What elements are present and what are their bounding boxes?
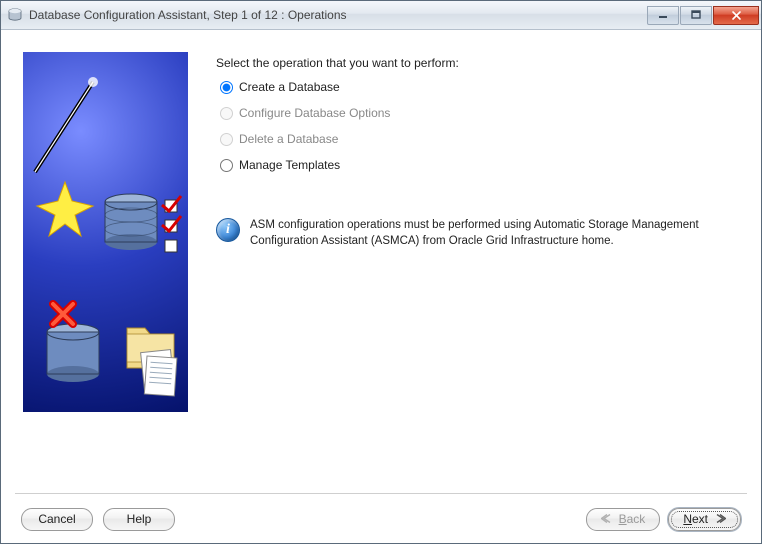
radio-create-database[interactable] [220, 81, 233, 94]
button-label: Next [683, 512, 708, 526]
option-label: Create a Database [239, 80, 340, 94]
option-label: Manage Templates [239, 158, 340, 172]
option-configure-database-options: Configure Database Options [220, 106, 737, 120]
info-icon: i [216, 218, 240, 242]
wizard-illustration [23, 52, 188, 412]
wizard-footer: Cancel Help Back Next [1, 495, 761, 543]
app-icon [7, 7, 23, 23]
chevron-left-icon [601, 512, 613, 526]
wizard-window: Database Configuration Assistant, Step 1… [0, 0, 762, 544]
option-label: Configure Database Options [239, 106, 390, 120]
button-label: Back [619, 512, 646, 526]
back-button: Back [586, 508, 661, 531]
window-title: Database Configuration Assistant, Step 1… [29, 8, 646, 22]
radio-configure-database-options [220, 107, 233, 120]
option-manage-templates[interactable]: Manage Templates [220, 158, 737, 172]
close-button[interactable] [713, 6, 759, 25]
titlebar: Database Configuration Assistant, Step 1… [1, 1, 761, 30]
chevron-right-icon [714, 512, 726, 526]
cancel-button[interactable]: Cancel [21, 508, 93, 531]
help-button[interactable]: Help [103, 508, 175, 531]
radio-manage-templates[interactable] [220, 159, 233, 172]
wizard-step-content: Select the operation that you want to pe… [196, 42, 747, 489]
info-note: i ASM configuration operations must be p… [216, 218, 737, 249]
option-create-database[interactable]: Create a Database [220, 80, 737, 94]
content-pane: Select the operation that you want to pe… [15, 42, 747, 489]
option-label: Delete a Database [239, 132, 338, 146]
option-delete-database: Delete a Database [220, 132, 737, 146]
minimize-button[interactable] [647, 6, 679, 25]
maximize-button[interactable] [680, 6, 712, 25]
info-text: ASM configuration operations must be per… [250, 218, 727, 249]
button-label: Cancel [38, 512, 75, 526]
next-button[interactable]: Next [668, 508, 741, 531]
prompt-text: Select the operation that you want to pe… [216, 56, 737, 70]
body-area: Select the operation that you want to pe… [1, 30, 761, 543]
button-label: Help [127, 512, 152, 526]
operation-options: Create a Database Configure Database Opt… [220, 80, 737, 172]
title-controls [646, 6, 759, 25]
radio-delete-database [220, 133, 233, 146]
